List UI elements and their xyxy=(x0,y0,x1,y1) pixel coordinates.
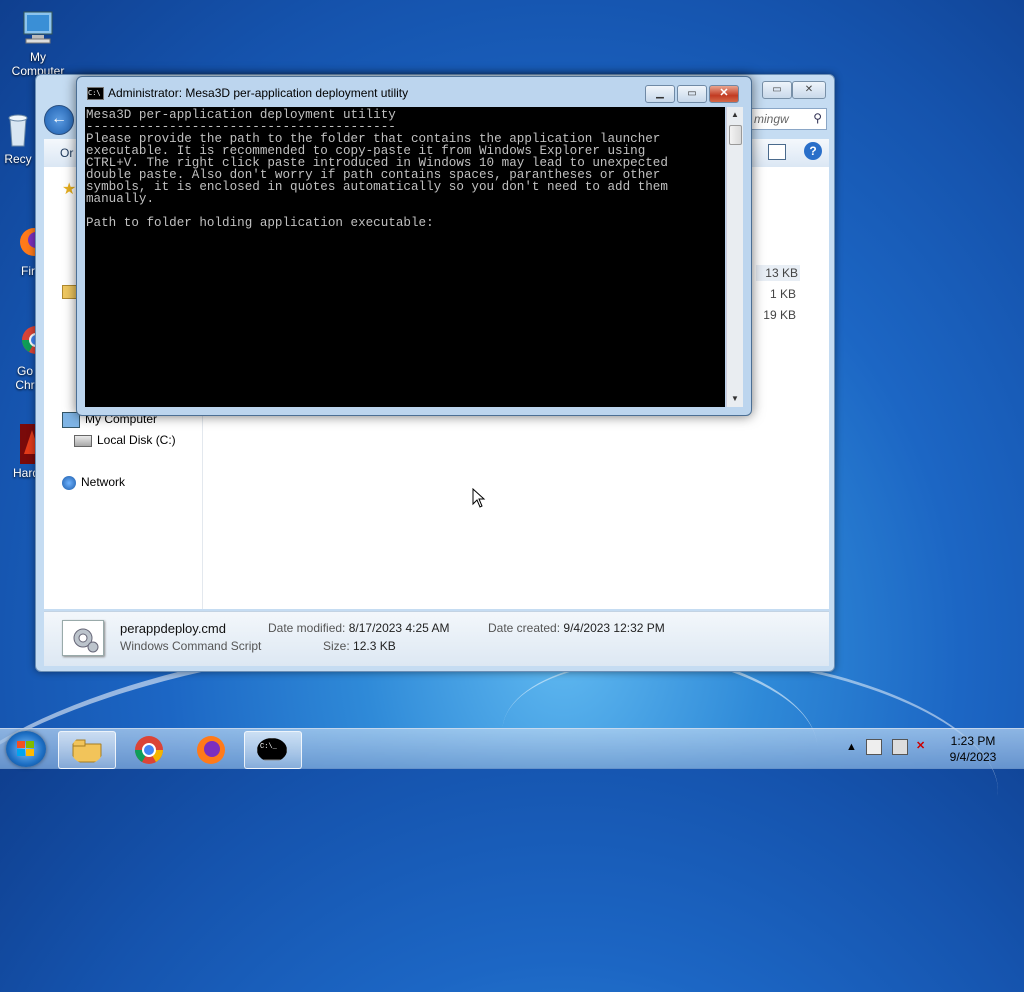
console-output[interactable]: Mesa3D per-application deployment utilit… xyxy=(85,107,725,407)
show-hidden-icons-icon[interactable]: ▲ xyxy=(846,741,857,753)
network-status-icon[interactable] xyxy=(892,739,908,755)
console-title-bar: C:\ Administrator: Mesa3D per-application… xyxy=(87,86,409,101)
computer-icon xyxy=(18,8,58,48)
close-button[interactable]: ✕ xyxy=(709,85,739,103)
preview-pane-icon[interactable] xyxy=(768,144,786,160)
vertical-scrollbar[interactable]: ▲ ▼ xyxy=(726,107,743,407)
file-size: 1 KB xyxy=(769,287,796,301)
command-prompt-icon: C:\_ xyxy=(257,738,287,761)
search-icon[interactable]: ⚲ xyxy=(813,111,822,125)
maximize-button[interactable]: ▭ xyxy=(677,85,707,103)
file-size: 19 KB xyxy=(763,308,796,322)
details-size: Size: 12.3 KB xyxy=(323,639,396,653)
mouse-cursor-icon xyxy=(472,487,486,508)
network-icon xyxy=(62,475,76,490)
details-date-modified: Date modified: 8/17/2023 4:25 AM xyxy=(268,621,449,635)
taskbar-explorer[interactable] xyxy=(58,731,116,769)
chrome-icon xyxy=(135,736,163,764)
details-pane: perappdeploy.cmd Windows Command Script … xyxy=(44,611,829,666)
date-modified-label: Date modified: xyxy=(268,621,346,635)
taskbar: C:\_ ▲ ✕ 1:23 PM 9/4/2023 xyxy=(0,728,1024,769)
action-center-icon[interactable] xyxy=(866,739,882,755)
back-button[interactable]: ← xyxy=(44,105,74,135)
console-window[interactable]: C:\ Administrator: Mesa3D per-application… xyxy=(76,76,752,416)
file-size: 13 KB xyxy=(756,265,800,281)
scroll-down-arrow-icon[interactable]: ▼ xyxy=(727,391,743,407)
script-file-icon xyxy=(62,620,104,656)
desktop-icon-my-computer[interactable]: My Computer xyxy=(2,8,74,78)
details-date-created: Date created: 9/4/2023 12:32 PM xyxy=(488,621,665,635)
search-input[interactable]: mingw ⚲ xyxy=(749,108,827,130)
scroll-up-arrow-icon[interactable]: ▲ xyxy=(727,107,743,123)
desktop-icon-label: Fir xyxy=(21,264,35,278)
recycle-bin-icon xyxy=(0,110,38,150)
nav-label: Local Disk (C:) xyxy=(97,433,176,447)
windows-explorer-icon xyxy=(72,739,102,763)
clock[interactable]: 1:23 PM 9/4/2023 xyxy=(938,733,1008,765)
details-file-name: perappdeploy.cmd xyxy=(120,621,226,636)
search-placeholder: mingw xyxy=(754,112,789,126)
drive-icon xyxy=(74,434,92,447)
clock-time: 1:23 PM xyxy=(950,734,996,748)
details-file-type: Windows Command Script xyxy=(120,639,262,653)
command-prompt-icon: C:\ xyxy=(87,87,104,101)
console-text: Mesa3D per-application deployment utilit… xyxy=(86,108,668,230)
nav-local-disk[interactable]: Local Disk (C:) xyxy=(74,433,176,447)
maximize-button[interactable]: ▭ xyxy=(762,81,792,99)
close-button[interactable]: ✕ xyxy=(792,81,826,99)
help-icon[interactable]: ? xyxy=(804,142,822,160)
console-title: Administrator: Mesa3D per-application de… xyxy=(108,86,409,100)
volume-muted-icon[interactable]: ✕ xyxy=(916,739,925,752)
scroll-thumb[interactable] xyxy=(729,125,742,145)
taskbar-chrome[interactable] xyxy=(120,731,176,767)
date-modified-value: 8/17/2023 4:25 AM xyxy=(348,621,450,635)
windows-logo-icon xyxy=(17,741,35,757)
date-created-value: 9/4/2023 12:32 PM xyxy=(563,621,665,635)
clock-date: 9/4/2023 xyxy=(949,750,997,764)
start-button[interactable] xyxy=(6,731,46,767)
firefox-icon xyxy=(197,736,225,764)
nav-network[interactable]: Network xyxy=(62,475,125,490)
favorites-star-icon: ★ xyxy=(62,181,77,198)
size-value: 12.3 KB xyxy=(353,639,396,653)
date-created-label: Date created: xyxy=(488,621,561,635)
size-label: Size: xyxy=(323,639,350,653)
minimize-button[interactable]: ▁ xyxy=(645,85,675,103)
organize-button[interactable]: Or xyxy=(60,146,73,160)
svg-text:C:\_: C:\_ xyxy=(260,743,278,751)
taskbar-firefox[interactable] xyxy=(182,731,238,767)
desktop-icon-label: Recy xyxy=(4,152,32,166)
taskbar-command-prompt[interactable]: C:\_ xyxy=(244,731,302,769)
nav-label: Network xyxy=(81,475,126,489)
